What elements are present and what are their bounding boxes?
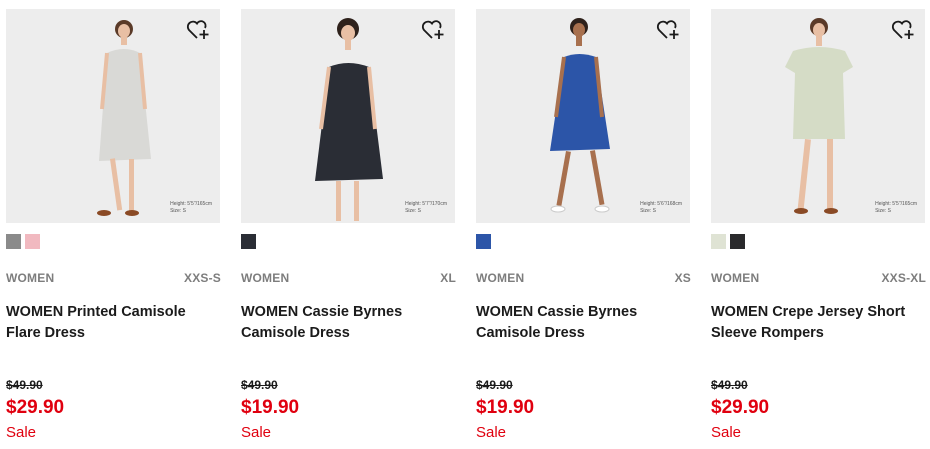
wishlist-heart-plus-icon[interactable] [421,19,446,41]
model-size-note: Height: 5'6"/168cm Size: S [640,201,682,214]
color-swatch[interactable] [6,234,21,249]
sale-label: Sale [711,424,742,441]
model-photo [315,18,383,221]
model-size-note: Height: 5'5"/165cm Size: S [875,201,917,214]
original-price: $49.90 [711,378,748,392]
original-price: $49.90 [476,378,513,392]
size-range: XS [674,271,691,285]
product-name[interactable]: WOMEN Crepe Jersey Short Sleeve Rompers [711,302,925,344]
color-swatch[interactable] [241,234,256,249]
color-swatch[interactable] [711,234,726,249]
model-size-note: Height: 5'5"/165cm Size: S [170,201,212,214]
sale-price: $29.90 [6,397,65,418]
color-swatches [241,234,260,250]
gender-label: WOMEN [241,271,290,285]
product-grid: Height: 5'5"/165cm Size: S WOMEN XXS-S W… [0,0,930,449]
size-range: XL [440,271,456,285]
sale-label: Sale [6,424,37,441]
color-swatches [711,234,749,250]
sale-price: $19.90 [241,397,300,418]
sale-price: $19.90 [476,397,535,418]
gender-label: WOMEN [476,271,525,285]
original-price: $49.90 [6,378,43,392]
sale-label: Sale [476,424,507,441]
wishlist-heart-plus-icon[interactable] [891,19,916,41]
model-size-note: Height: 5'7"/170cm Size: S [405,201,447,214]
product-card[interactable]: Height: 5'7"/170cm Size: S WOMEN XL WOME… [241,0,456,449]
product-image[interactable]: Height: 5'5"/165cm Size: S [711,9,925,223]
color-swatches [476,234,495,250]
wishlist-heart-plus-icon[interactable] [656,19,681,41]
size-range: XXS-XL [881,271,926,285]
sale-price: $29.90 [711,397,770,418]
original-price: $49.90 [241,378,278,392]
product-image[interactable]: Height: 5'7"/170cm Size: S [241,9,455,223]
size-range: XXS-S [183,271,221,285]
model-photo [785,18,853,214]
color-swatch[interactable] [476,234,491,249]
wishlist-heart-plus-icon[interactable] [186,19,211,41]
model-photo [550,18,610,213]
color-swatch[interactable] [25,234,40,249]
product-image[interactable]: Height: 5'6"/168cm Size: S [476,9,690,223]
product-card[interactable]: Height: 5'5"/165cm Size: S WOMEN XXS-S W… [6,0,221,449]
product-name[interactable]: WOMEN Printed Camisole Flare Dress [6,302,220,344]
color-swatches [6,234,44,250]
sale-label: Sale [241,424,272,441]
product-image[interactable]: Height: 5'5"/165cm Size: S [6,9,220,223]
gender-label: WOMEN [711,271,760,285]
product-name[interactable]: WOMEN Cassie Byrnes Camisole Dress [241,302,455,344]
model-photo [97,20,151,216]
color-swatch[interactable] [730,234,745,249]
product-card[interactable]: Height: 5'5"/165cm Size: S WOMEN XXS-XL … [711,0,926,449]
product-card[interactable]: Height: 5'6"/168cm Size: S WOMEN XS WOME… [476,0,691,449]
product-name[interactable]: WOMEN Cassie Byrnes Camisole Dress [476,302,690,344]
gender-label: WOMEN [6,271,55,285]
